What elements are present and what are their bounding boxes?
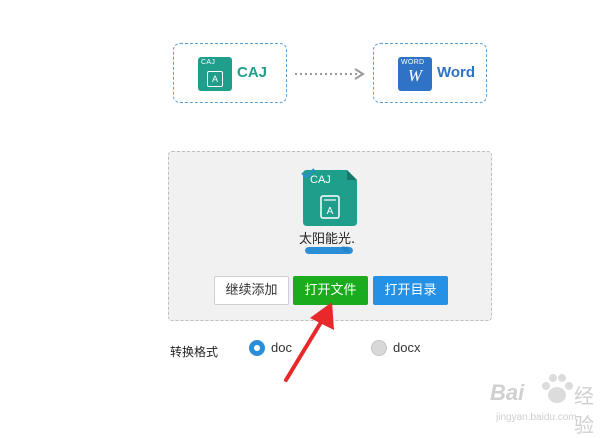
format-option-label: docx: [393, 340, 421, 355]
svg-text:A: A: [327, 206, 334, 217]
baidu-watermark: Bai 经验 jingyan.baidu.com: [462, 366, 610, 437]
paw-logo-icon: [542, 374, 573, 403]
file-name: 太阳能光.: [299, 232, 356, 247]
progress-text: %: [342, 245, 350, 254]
target-format-label: Word: [437, 64, 476, 81]
caj-icon-tag: CAJ: [201, 59, 216, 66]
word-icon-tag: WORD: [401, 59, 425, 66]
dotted-right-arrow-icon: [295, 68, 365, 80]
radio-button-docx[interactable]: [371, 340, 387, 356]
continue-add-button[interactable]: 继续添加: [214, 276, 289, 305]
file-item[interactable]: A CAJ 太阳能光. %: [299, 168, 359, 256]
open-directory-button[interactable]: 打开目录: [373, 276, 448, 305]
radio-button-doc[interactable]: [249, 340, 265, 356]
watermark-text-2: 经验: [574, 384, 594, 437]
source-format-label: CAJ: [237, 64, 268, 81]
watermark-url: jingyan.baidu.com: [496, 412, 577, 423]
annotation-arrow-icon: [284, 302, 334, 382]
word-file-icon: WORD W: [398, 57, 432, 91]
watermark-text: Bai: [490, 380, 525, 405]
caj-icon-glyph: A: [207, 71, 223, 87]
word-icon-glyph: W: [407, 66, 423, 85]
caj-file-icon: CAJ A: [198, 57, 232, 91]
target-format-card: WORD W Word: [373, 43, 487, 103]
checkmark-icon: [301, 168, 315, 179]
source-format-card: CAJ A CAJ: [173, 43, 287, 103]
convert-format-label: 转换格式: [170, 345, 219, 359]
